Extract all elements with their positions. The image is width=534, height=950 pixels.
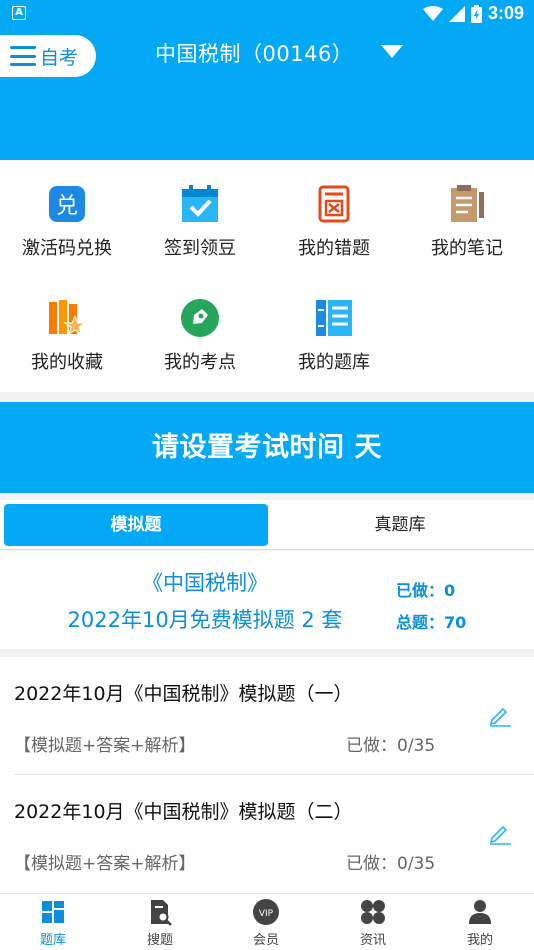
- item-title: 2022年10月《中国税制》模拟题（一）: [14, 683, 353, 705]
- question-tabs: 模拟题 真题库: [0, 500, 534, 550]
- favorites-icon: [49, 300, 87, 336]
- status-time: 3:09: [487, 3, 524, 23]
- menu-icon: [10, 46, 36, 66]
- bottom-nav: 题库 搜题 VIP 会员 资讯 我的: [0, 893, 534, 950]
- exam-list: 2022年10月《中国税制》模拟题（一） 【模拟题+答案+解析】 已做：0/35…: [0, 657, 534, 893]
- nav-item-vip[interactable]: VIP 会员: [213, 898, 319, 948]
- item-tag: 【模拟题+答案+解析】: [14, 854, 196, 874]
- redeem-icon: 兑: [49, 186, 85, 222]
- quick-action-checkin[interactable]: 签到领豆: [133, 184, 267, 260]
- item-progress: 已做：0/35: [346, 736, 436, 756]
- edit-icon[interactable]: [488, 821, 512, 845]
- search-question-icon: [151, 900, 172, 926]
- quick-action-label: 我的错题: [298, 238, 370, 259]
- svg-text:VIP: VIP: [259, 909, 274, 919]
- quick-action-exam-points[interactable]: 我的考点: [133, 298, 267, 374]
- notes-icon: [451, 185, 484, 222]
- quick-action-label: 我的考点: [164, 352, 236, 373]
- quick-action-label: 我的题库: [298, 352, 370, 373]
- question-bank-icon: [316, 300, 352, 336]
- nav-item-news[interactable]: 资讯: [320, 898, 426, 948]
- exam-type-selector[interactable]: 自考: [0, 35, 96, 77]
- tab-real-exam[interactable]: 真题库: [268, 504, 532, 546]
- exam-date-banner[interactable]: 请设置考试时间 天: [0, 402, 534, 493]
- exam-type-label: 自考: [40, 46, 79, 69]
- exam-points-icon: [181, 299, 219, 337]
- vip-icon: VIP: [253, 899, 279, 925]
- nav-item-search[interactable]: 搜题: [107, 898, 213, 948]
- quick-action-label: 我的收藏: [31, 352, 103, 373]
- wrong-answers-icon: [318, 185, 350, 223]
- tab-mock-exam[interactable]: 模拟题: [4, 504, 268, 546]
- signal-icon: [448, 5, 465, 22]
- book-title: 《中国税制》: [142, 571, 268, 595]
- status-indicators: 3:09: [422, 3, 524, 24]
- quick-action-label: 我的笔记: [431, 238, 503, 259]
- question-bank-tab-icon: [42, 901, 64, 923]
- item-progress: 已做：0/35: [346, 854, 436, 874]
- svg-text:兑: 兑: [56, 194, 78, 219]
- quick-action-favorites[interactable]: 我的收藏: [0, 298, 134, 374]
- status-bar: A 3:09: [0, 0, 534, 28]
- course-title[interactable]: 中国税制（00146）: [155, 38, 353, 68]
- edit-icon[interactable]: [488, 703, 512, 727]
- quick-action-notes[interactable]: 我的笔记: [400, 184, 534, 260]
- quick-action-label: 激活码兑换: [22, 238, 112, 259]
- quick-action-redeem[interactable]: 兑 激活码兑换: [0, 184, 134, 260]
- dropdown-triangle-icon[interactable]: [381, 45, 403, 58]
- quick-action-question-bank[interactable]: 我的题库: [267, 298, 401, 374]
- nav-label: 搜题: [146, 933, 173, 948]
- nav-item-profile[interactable]: 我的: [427, 898, 533, 948]
- nav-label: 会员: [252, 933, 279, 948]
- quick-actions-grid: 兑 激活码兑换 签到领豆 我的错题 我的笔记 我的收藏 我的考点 我的题库: [0, 160, 534, 392]
- calendar-check-icon: [182, 185, 218, 222]
- item-title: 2022年10月《中国税制》模拟题（二）: [14, 801, 353, 823]
- set-subtitle: 2022年10月免费模拟题 2 套: [67, 608, 343, 632]
- list-item[interactable]: 2022年10月《中国税制》模拟题（二） 【模拟题+答案+解析】 已做：0/35: [0, 775, 534, 893]
- nav-item-question-bank[interactable]: 题库: [0, 898, 106, 948]
- set-summary: 《中国税制》 2022年10月免费模拟题 2 套 已做：0 总题：70: [0, 551, 534, 649]
- nav-label: 我的: [466, 933, 493, 948]
- item-tag: 【模拟题+答案+解析】: [14, 736, 196, 756]
- list-item[interactable]: 2022年10月《中国税制》模拟题（一） 【模拟题+答案+解析】 已做：0/35: [0, 657, 534, 775]
- quick-action-wrong-answers[interactable]: 我的错题: [267, 184, 401, 260]
- news-icon: [361, 900, 385, 924]
- battery-icon: [470, 4, 482, 23]
- done-count: 已做：0: [396, 581, 456, 600]
- notification-icon: A: [12, 6, 26, 20]
- nav-label: 题库: [39, 933, 66, 948]
- quick-action-label: 签到领豆: [164, 238, 236, 259]
- nav-label: 资讯: [359, 933, 386, 948]
- total-count: 总题：70: [396, 613, 467, 632]
- wifi-icon: [422, 5, 443, 21]
- profile-icon: [469, 900, 491, 924]
